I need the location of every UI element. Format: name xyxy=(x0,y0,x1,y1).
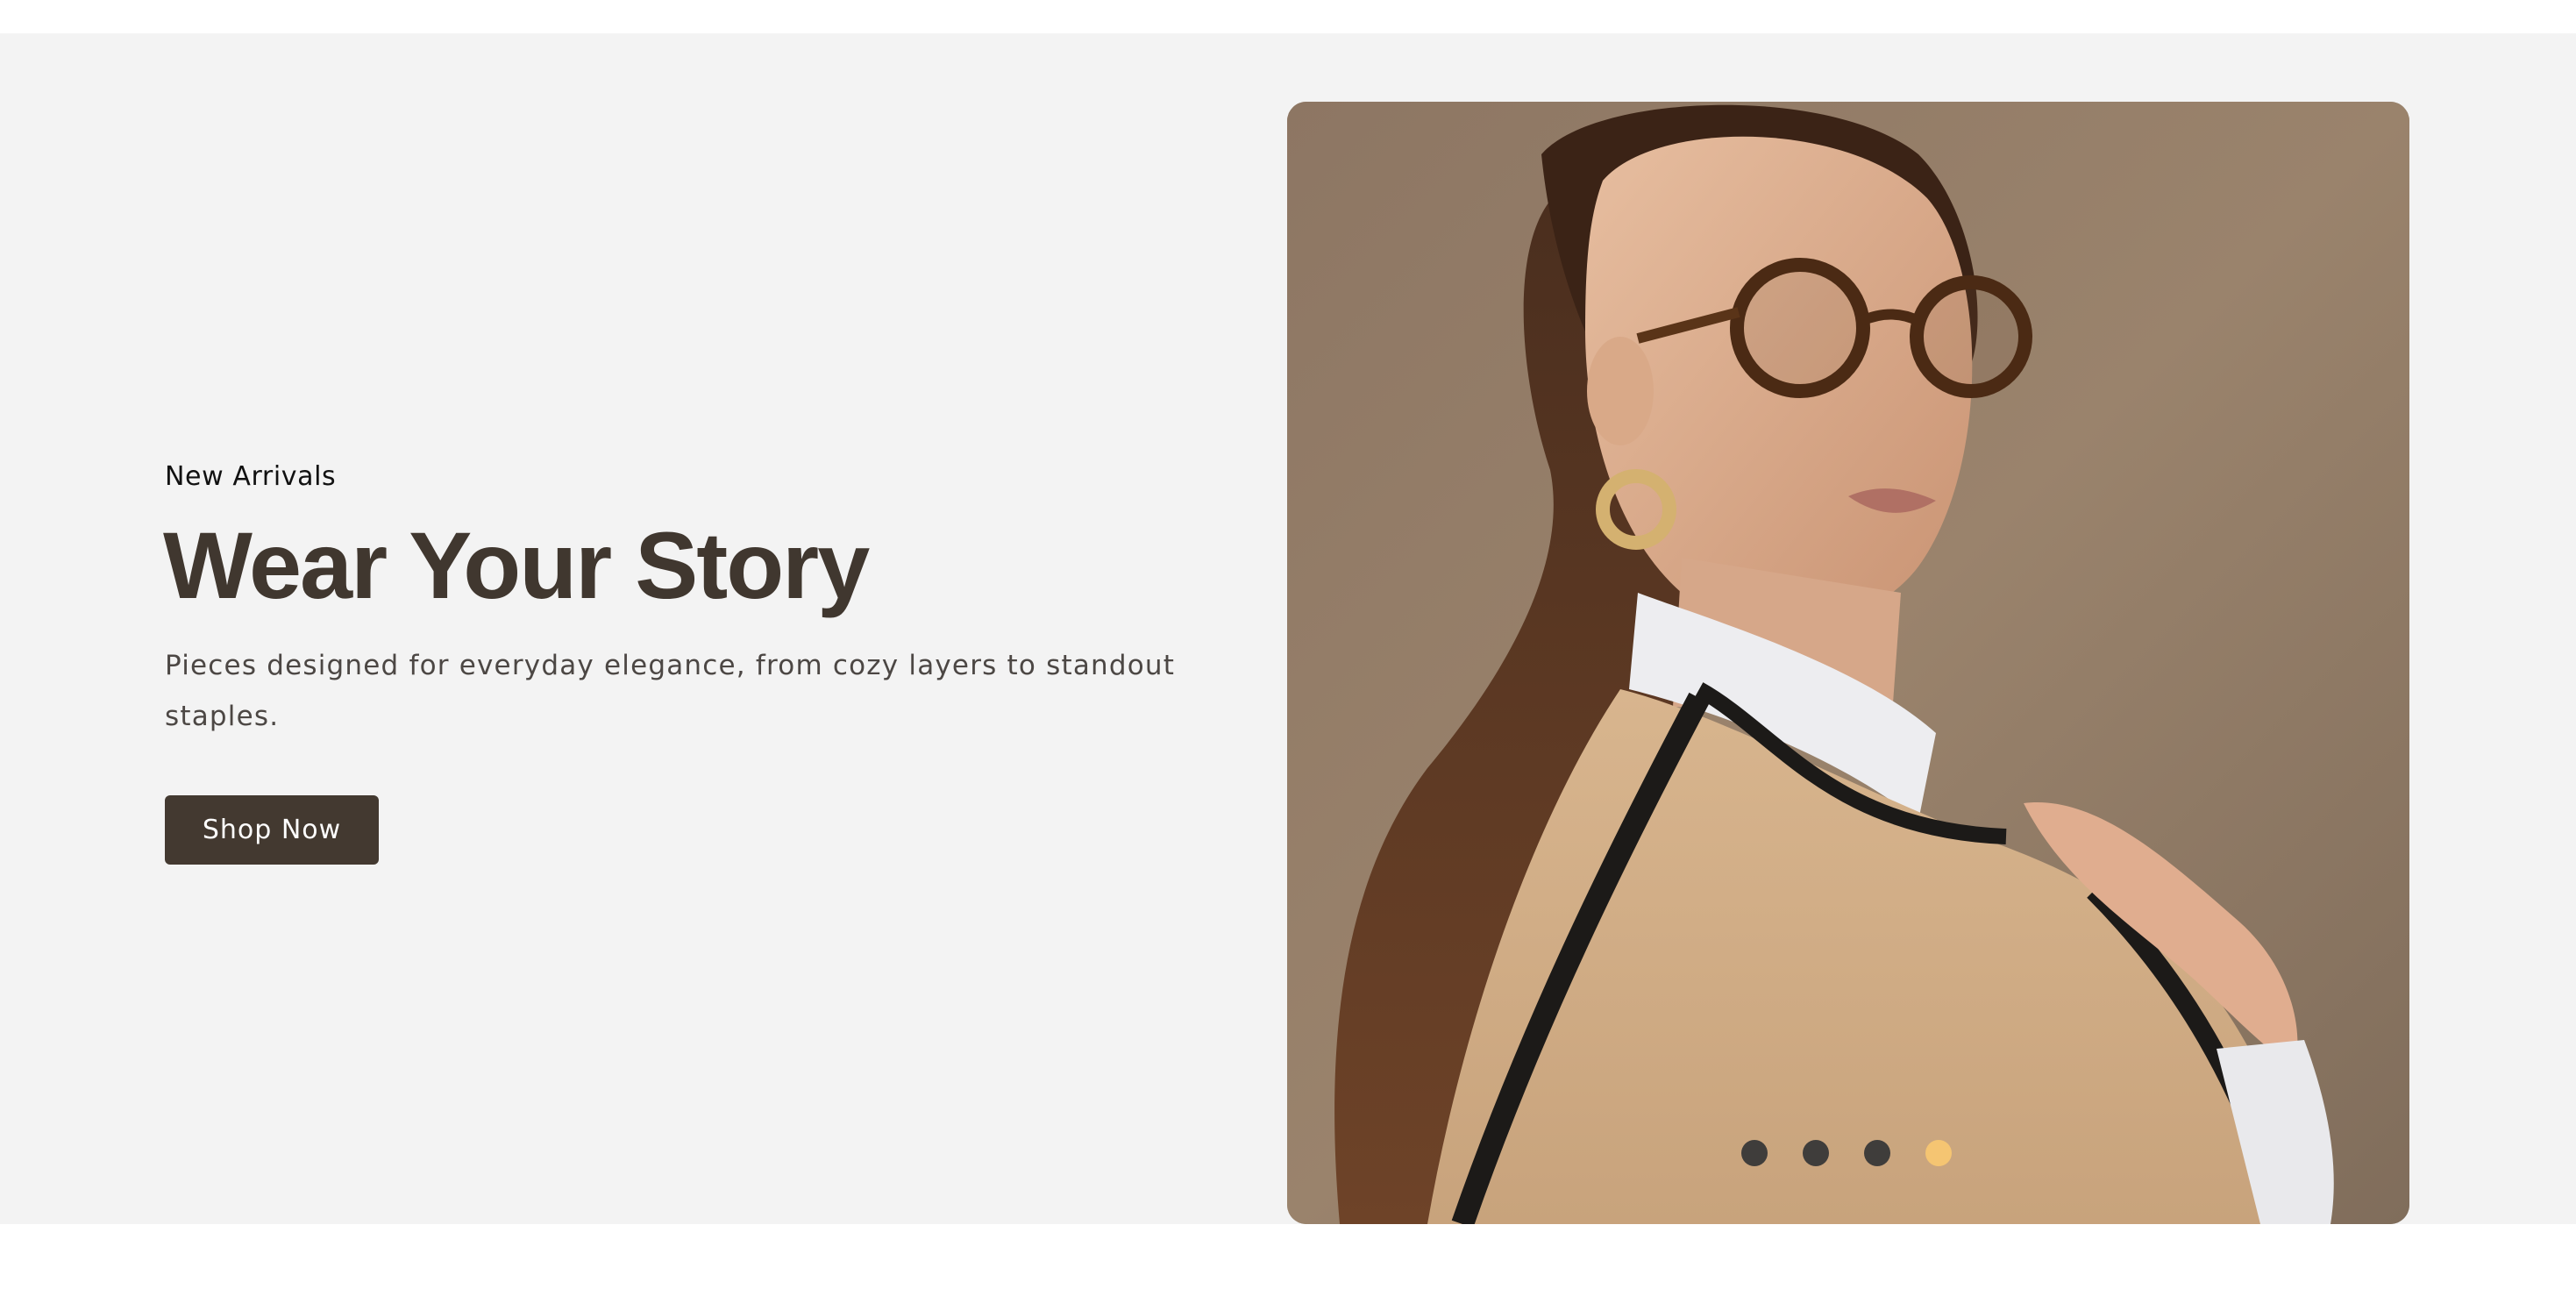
shop-now-button[interactable]: Shop Now xyxy=(165,795,379,865)
hero-description: Pieces designed for everyday elegance, f… xyxy=(165,650,1176,732)
carousel-dot-2[interactable] xyxy=(1803,1140,1829,1166)
hero-image-illustration xyxy=(1287,102,2409,1224)
hero-section: New Arrivals Wear Your Story Pieces desi… xyxy=(0,33,2576,1224)
hero-title: Wear Your Story xyxy=(163,512,870,618)
carousel-dot-1[interactable] xyxy=(1741,1140,1768,1166)
carousel-dot-4[interactable] xyxy=(1925,1140,1952,1166)
carousel-dot-3[interactable] xyxy=(1864,1140,1890,1166)
hero-eyebrow: New Arrivals xyxy=(165,461,337,492)
carousel-pagination xyxy=(1741,1140,1952,1166)
hero-image xyxy=(1287,102,2409,1224)
